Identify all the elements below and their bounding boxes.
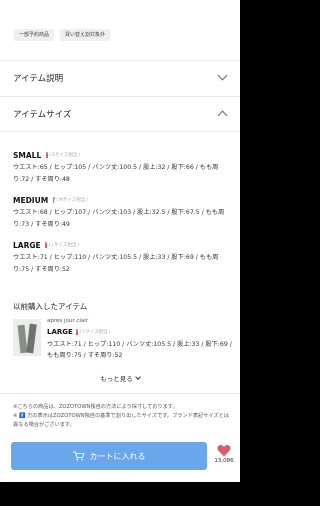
item-description-title: アイテム説明 bbox=[13, 73, 64, 84]
tag-list: 一部予約商品 買い替え割対象外 bbox=[14, 29, 111, 41]
previous-item-size: LARGE bbox=[47, 328, 73, 336]
previous-item-size-ref: Lサイズ相当 bbox=[82, 330, 108, 335]
chevron-up-icon bbox=[217, 110, 228, 120]
size-measurements: ウエスト:65 / ヒップ:105 / パンツ丈:100.5 / 股上:32 /… bbox=[13, 164, 219, 183]
size-measurements: ウエスト:71 / ヒップ:110 / パンツ丈:105.5 / 股上:33 /… bbox=[13, 254, 219, 273]
divider bbox=[0, 131, 240, 132]
size-name: SMALL bbox=[13, 150, 42, 160]
size-notes: ※こちらの商品は、ZOZOTOWN独自の方法により採寸しております。 ※ 🚹 方… bbox=[13, 403, 229, 431]
divider bbox=[0, 60, 240, 61]
previous-item-measurements: ウエスト:71 / ヒップ:110 / パンツ丈:105.5 / 股上:33 /… bbox=[47, 341, 232, 359]
body-figure-icon bbox=[76, 328, 79, 336]
size-ref: Sサイズ相当 bbox=[52, 153, 78, 158]
previous-item[interactable]: apres jour clair LARGE (Lサイズ相当) ウエスト:71 … bbox=[13, 317, 233, 363]
item-size-title: アイテムサイズ bbox=[13, 109, 72, 120]
size-small: SMALL (Sサイズ相当) ウエスト:65 / ヒップ:105 / パンツ丈:… bbox=[13, 150, 231, 185]
body-figure-icon bbox=[45, 151, 48, 159]
previous-item-thumbnail[interactable] bbox=[13, 319, 41, 356]
tag-preorder: 一部予約商品 bbox=[14, 29, 55, 41]
favorite-count: 13,086 bbox=[214, 458, 234, 464]
add-to-cart-button[interactable]: カートに入れる bbox=[11, 442, 207, 470]
size-large: LARGE (Lサイズ相当) ウエスト:71 / ヒップ:110 / パンツ丈:… bbox=[13, 240, 231, 275]
note-line: ※こちらの商品は、ZOZOTOWN独自の方法により採寸しております。 bbox=[13, 404, 178, 410]
cart-icon bbox=[72, 451, 84, 461]
show-more-label: もっと見る bbox=[100, 375, 133, 383]
size-name: LARGE bbox=[13, 240, 41, 250]
tag-tradein-excluded: 買い替え割対象外 bbox=[60, 29, 111, 41]
previous-items-title: 以前購入したアイテム bbox=[13, 302, 88, 311]
heart-icon bbox=[217, 444, 231, 457]
body-figure-icon bbox=[52, 196, 55, 204]
favorite-button[interactable]: 13,086 bbox=[212, 444, 236, 464]
chevron-down-icon bbox=[217, 70, 228, 81]
page: 一部予約商品 買い替え割対象外 アイテム説明 アイテムサイズ SMALL (Sサ… bbox=[0, 0, 240, 482]
size-medium: MEDIUM (Mサイズ相当) ウエスト:68 / ヒップ:107 / パンツ丈… bbox=[13, 195, 231, 230]
chevron-down-icon bbox=[134, 374, 141, 380]
size-name: MEDIUM bbox=[13, 195, 49, 205]
body-figure-icon bbox=[45, 241, 48, 249]
item-description-row[interactable]: アイテム説明 bbox=[0, 62, 240, 93]
item-size-row[interactable]: アイテムサイズ bbox=[0, 98, 240, 129]
size-ref: Mサイズ相当 bbox=[58, 198, 86, 203]
size-measurements: ウエスト:68 / ヒップ:107 / パンツ丈:103 / 股上:32.5 /… bbox=[13, 209, 225, 228]
previous-item-brand: apres jour clair bbox=[47, 318, 89, 324]
size-ref: Lサイズ相当 bbox=[51, 243, 77, 248]
divider bbox=[0, 393, 240, 394]
add-to-cart-label: カートに入れる bbox=[89, 451, 146, 461]
note-line: ※ 🚹 方の表示はZOZOTOWN独自の基準で割り出したサイズです。ブランド表記… bbox=[13, 413, 229, 429]
show-more-button[interactable]: もっと見る bbox=[0, 373, 240, 383]
divider bbox=[0, 96, 240, 97]
